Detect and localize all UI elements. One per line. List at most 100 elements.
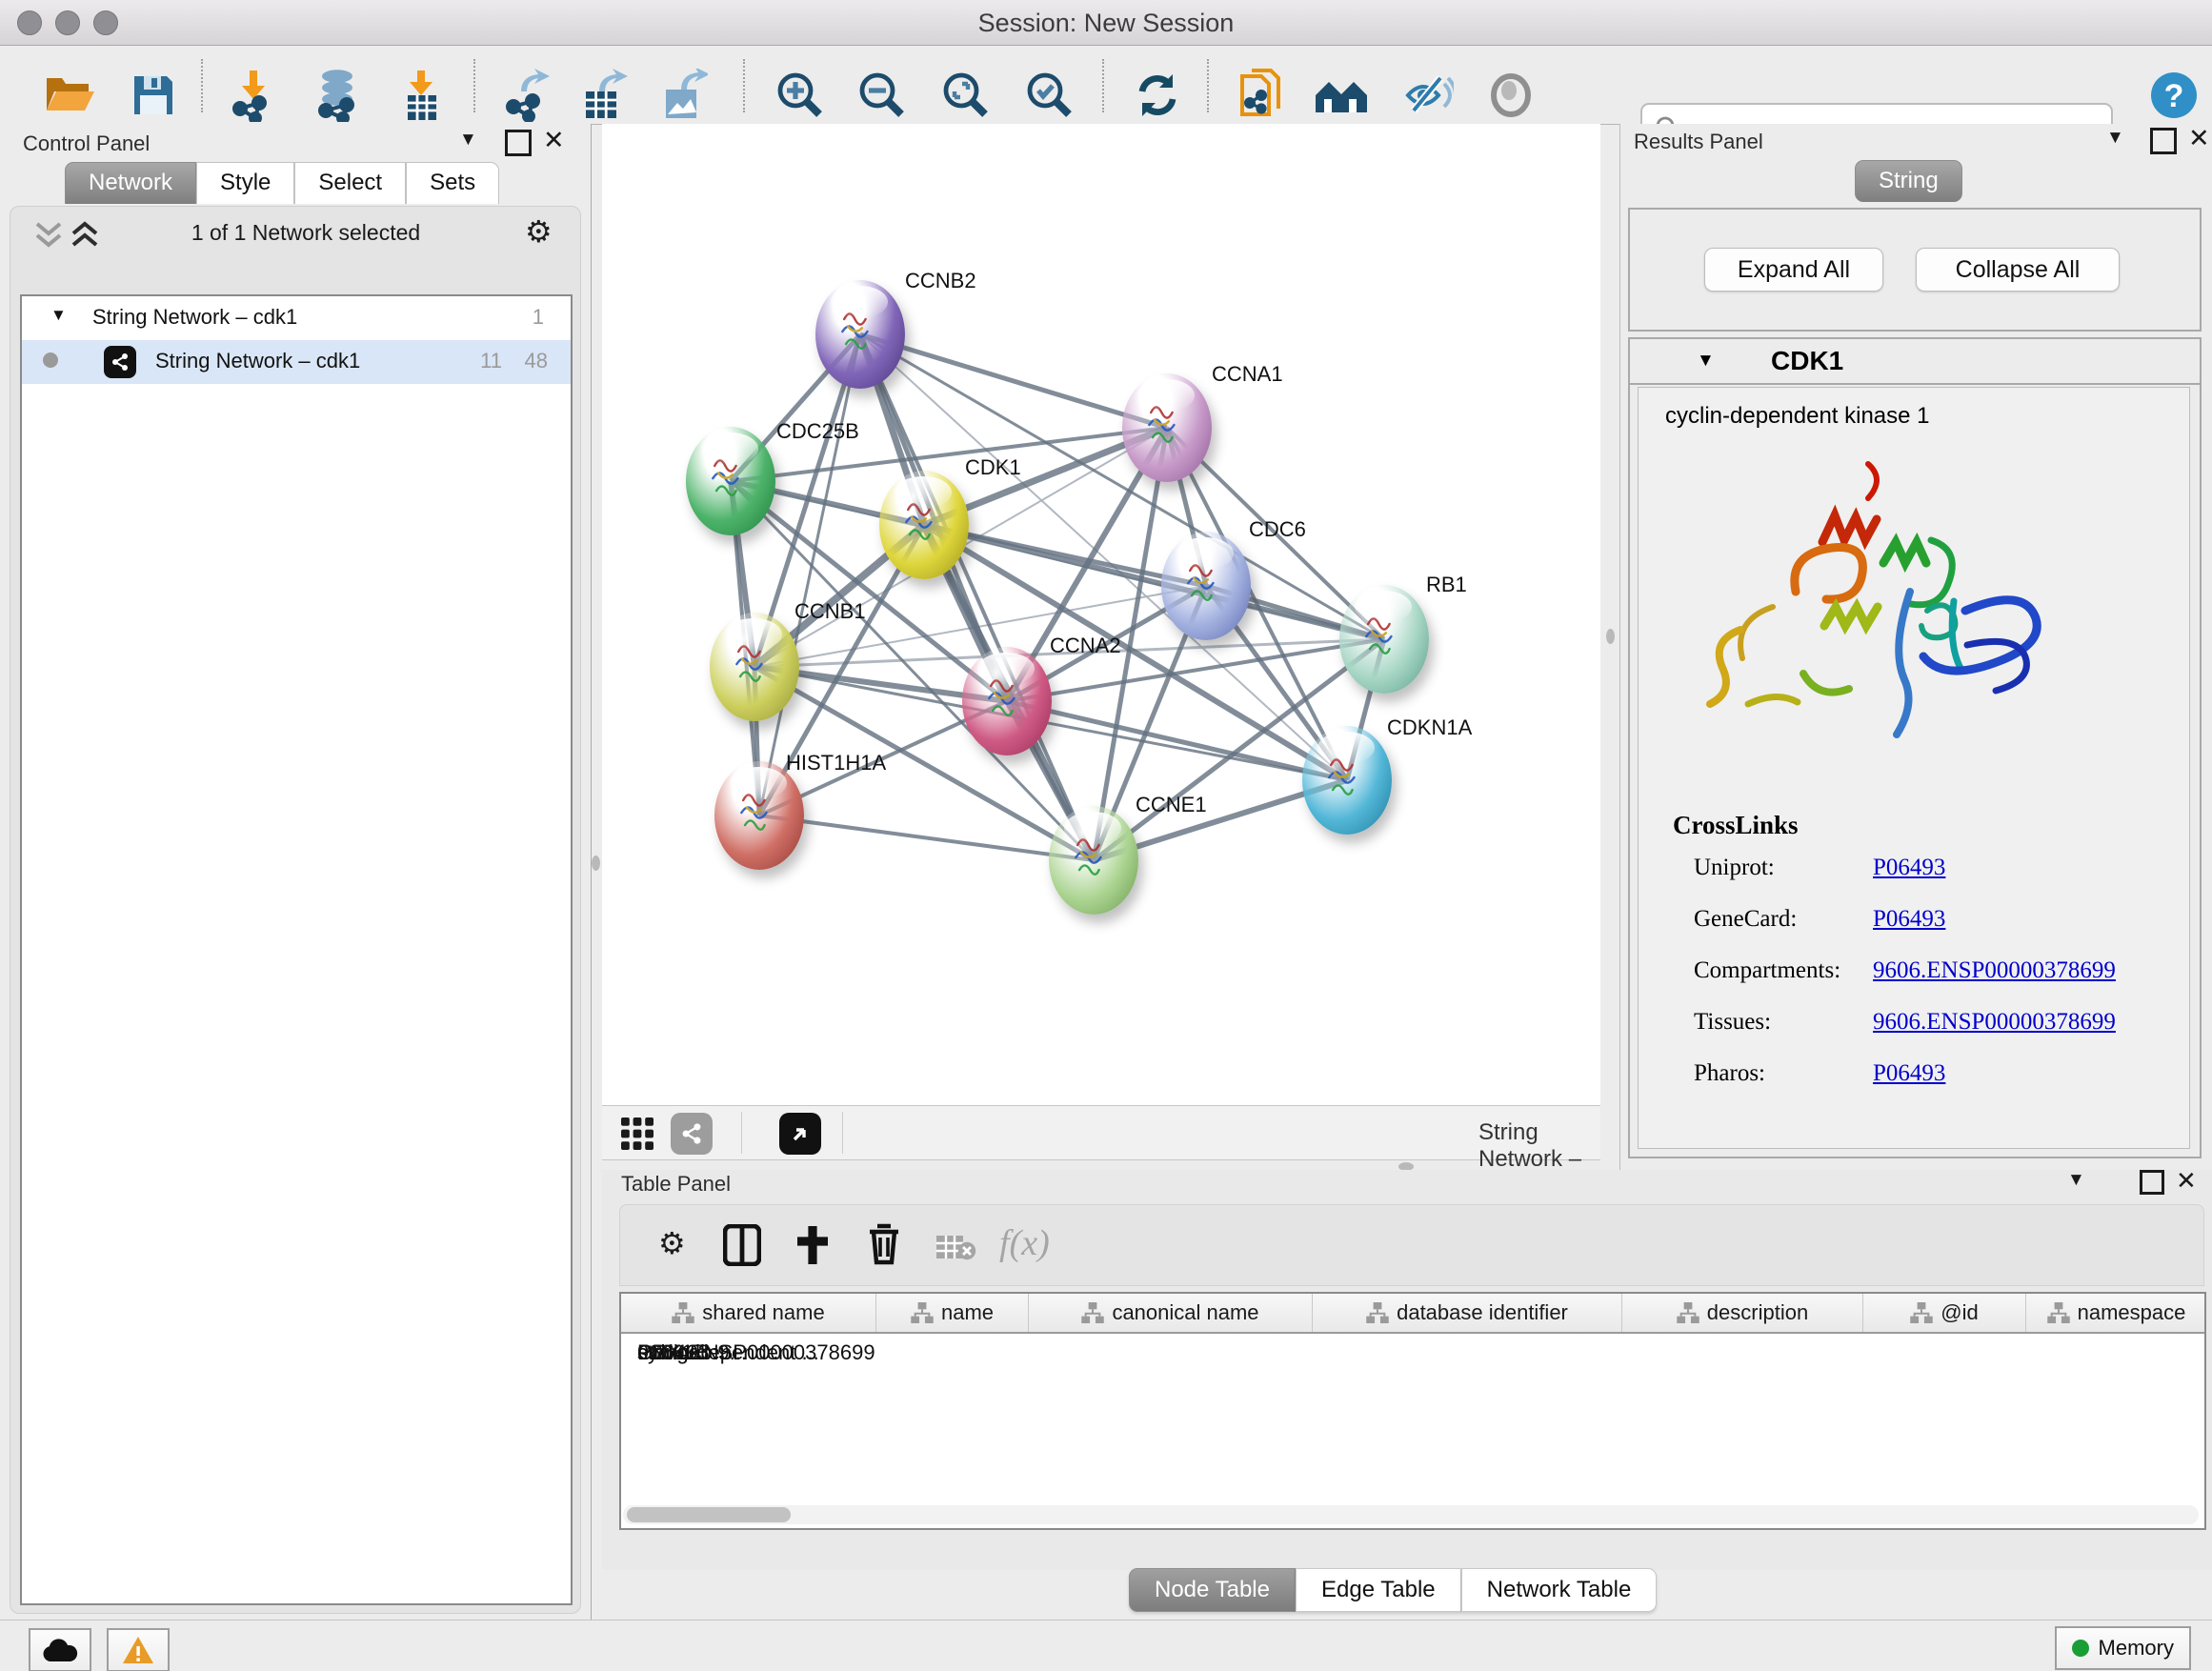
export-image-button[interactable] bbox=[654, 66, 713, 125]
crosslink-value-link[interactable]: P06493 bbox=[1873, 855, 1945, 881]
crosslink-value-link[interactable]: P06493 bbox=[1873, 906, 1945, 933]
delete-column-icon[interactable] bbox=[866, 1222, 902, 1266]
protein-collapse-arrow[interactable]: ▼ bbox=[1697, 351, 1715, 372]
column-header-shared-name[interactable]: shared name bbox=[621, 1294, 876, 1332]
node-RB1[interactable] bbox=[1339, 585, 1429, 694]
collapse-all-button[interactable]: Collapse All bbox=[1916, 248, 2120, 292]
refresh-button[interactable] bbox=[1128, 66, 1187, 125]
edge-CCNB2-CCNA1[interactable] bbox=[860, 334, 1167, 428]
column-header-description[interactable]: description bbox=[1622, 1294, 1863, 1332]
crosslink-value-link[interactable]: 9606.ENSP00000378699 bbox=[1873, 957, 2116, 984]
expand-all-networks-icon[interactable] bbox=[70, 220, 102, 249]
zoom-fit-button[interactable] bbox=[936, 66, 995, 125]
node-CCNA2[interactable] bbox=[962, 647, 1052, 755]
network-view-toolbar: String Network – cdk1 1 - 0 0 - 0 bbox=[602, 1105, 1600, 1160]
column-header--id[interactable]: @id bbox=[1863, 1294, 2026, 1332]
node-CDK1[interactable] bbox=[879, 471, 969, 579]
tab-network-table[interactable]: Network Table bbox=[1461, 1568, 1658, 1612]
memory-button[interactable]: Memory bbox=[2055, 1626, 2191, 1670]
network-options-gear-icon[interactable]: ⚙ bbox=[525, 216, 553, 247]
node-HIST1H1A[interactable] bbox=[714, 761, 804, 870]
collection-expand-arrow[interactable]: ▼ bbox=[50, 306, 67, 325]
node-CDC6[interactable] bbox=[1161, 532, 1251, 640]
import-network-from-database-button[interactable] bbox=[309, 66, 368, 125]
node-CCNA1[interactable] bbox=[1122, 373, 1212, 482]
zoom-in-icon bbox=[775, 70, 825, 120]
protein-thumbnail bbox=[704, 446, 757, 513]
tab-sets[interactable]: Sets bbox=[406, 162, 499, 204]
zoom-selected-button[interactable] bbox=[1020, 66, 1079, 125]
column-header-name[interactable]: name bbox=[876, 1294, 1029, 1332]
protein-thumbnail bbox=[980, 666, 1034, 733]
grid-view-icon[interactable] bbox=[619, 1116, 655, 1152]
cloud-status-button[interactable] bbox=[29, 1628, 91, 1671]
tab-select[interactable]: Select bbox=[294, 162, 406, 204]
share-view-icon[interactable] bbox=[671, 1113, 713, 1155]
control-panel-float-button[interactable] bbox=[505, 130, 532, 156]
control-panel-close-button[interactable]: ✕ bbox=[543, 126, 565, 155]
export-network-button[interactable] bbox=[497, 66, 556, 125]
show-all-button[interactable] bbox=[1481, 66, 1540, 125]
tab-node-table[interactable]: Node Table bbox=[1129, 1568, 1296, 1612]
network-collection-row[interactable]: ▼ String Network – cdk1 1 bbox=[22, 296, 571, 340]
edge-CDK1-RB1[interactable] bbox=[924, 525, 1384, 639]
edge-HIST1H1A-CCNE1[interactable] bbox=[759, 815, 1094, 860]
table-panel-menu-arrow[interactable]: ▼ bbox=[2067, 1170, 2085, 1191]
table-panel-close-button[interactable]: ✕ bbox=[2176, 1166, 2197, 1196]
warning-icon bbox=[121, 1635, 155, 1665]
hide-selected-button[interactable] bbox=[1398, 66, 1458, 125]
column-header-namespace[interactable]: namespace bbox=[2026, 1294, 2206, 1332]
column-header-label: database identifier bbox=[1397, 1300, 1568, 1325]
node-CCNB1[interactable] bbox=[710, 613, 799, 721]
edge-CCNB2-CCNE1[interactable] bbox=[860, 334, 1094, 860]
zoom-out-button[interactable] bbox=[853, 66, 912, 125]
network-canvas[interactable]: CCNB2CCNA1CDC25BCDK1CDC6RB1CCNB1CCNA2CDK… bbox=[602, 124, 1600, 1105]
protein-header[interactable]: ▼ CDK1 bbox=[1630, 339, 2200, 385]
share-file-button[interactable] bbox=[1233, 66, 1292, 125]
tab-style[interactable]: Style bbox=[196, 162, 294, 204]
right-splitter-handle[interactable] bbox=[1606, 629, 1615, 644]
network-row-selected[interactable]: String Network – cdk1 11 48 bbox=[22, 340, 571, 384]
node-CCNB2[interactable] bbox=[815, 280, 905, 389]
expand-all-button[interactable]: Expand All bbox=[1704, 248, 1883, 292]
tab-network[interactable]: Network bbox=[65, 162, 196, 204]
results-panel-close-button[interactable]: ✕ bbox=[2188, 124, 2210, 153]
protein-thumbnail bbox=[1179, 551, 1233, 617]
tab-string[interactable]: String bbox=[1855, 160, 1962, 202]
crosslink-value-link[interactable]: P06493 bbox=[1873, 1060, 1945, 1087]
column-header-database-identifier[interactable]: database identifier bbox=[1313, 1294, 1622, 1332]
import-network-button[interactable] bbox=[224, 66, 283, 125]
home-button[interactable] bbox=[1312, 66, 1371, 125]
tab-edge-table[interactable]: Edge Table bbox=[1296, 1568, 1461, 1612]
crosslink-value-link[interactable]: 9606.ENSP00000378699 bbox=[1873, 1009, 2116, 1036]
table-panel-float-button[interactable] bbox=[2140, 1170, 2164, 1195]
open-session-button[interactable] bbox=[41, 66, 100, 125]
export-network-icon bbox=[502, 69, 552, 122]
show-columns-icon[interactable] bbox=[723, 1224, 761, 1266]
zoom-in-button[interactable] bbox=[771, 66, 830, 125]
import-table-button[interactable] bbox=[392, 66, 451, 125]
node-CDC25B[interactable] bbox=[686, 427, 775, 535]
results-panel-float-button[interactable] bbox=[2150, 128, 2177, 154]
export-view-icon[interactable] bbox=[779, 1113, 821, 1155]
toolbar-separator bbox=[842, 1112, 843, 1154]
results-panel-menu-arrow[interactable]: ▼ bbox=[2106, 128, 2124, 149]
eye-slash-icon bbox=[1402, 72, 1454, 118]
node-CDKN1A[interactable] bbox=[1302, 726, 1392, 835]
control-panel-menu-arrow[interactable]: ▼ bbox=[459, 130, 477, 151]
help-button[interactable]: ? bbox=[2144, 66, 2203, 125]
export-table-button[interactable] bbox=[573, 66, 632, 125]
horizontal-scrollbar-thumb[interactable] bbox=[627, 1507, 791, 1522]
horizontal-scrollbar[interactable] bbox=[623, 1505, 2199, 1524]
save-session-button[interactable] bbox=[124, 66, 183, 125]
node-table[interactable]: shared namenamecanonical name database id… bbox=[619, 1292, 2206, 1530]
table-settings-gear-icon[interactable]: ⚙ bbox=[658, 1228, 686, 1258]
node-CCNE1[interactable] bbox=[1049, 806, 1138, 915]
protein-thumbnail bbox=[1320, 745, 1374, 812]
left-splitter-handle[interactable] bbox=[592, 856, 600, 871]
add-column-icon[interactable] bbox=[794, 1224, 832, 1266]
column-header-canonical-name[interactable]: canonical name bbox=[1029, 1294, 1313, 1332]
warning-status-button[interactable] bbox=[107, 1628, 170, 1671]
table-cell[interactable]: stringdb bbox=[621, 1334, 802, 1372]
collapse-all-networks-icon[interactable] bbox=[33, 220, 66, 249]
